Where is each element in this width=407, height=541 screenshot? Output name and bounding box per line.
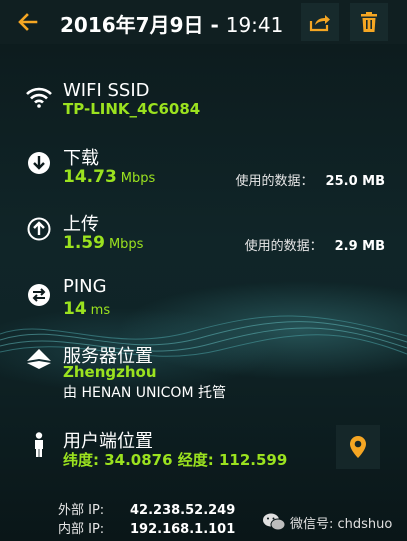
ping-unit: ms <box>90 303 111 318</box>
download-data-used-value: 25.0 MB <box>325 174 385 189</box>
server-city: Zhengzhou <box>63 363 157 381</box>
ping-latency: 14 ms <box>63 299 110 319</box>
ping-value: 14 <box>63 299 87 319</box>
download-speed-unit: Mbps <box>120 171 156 186</box>
upload-speed: 1.59 Mbps <box>63 233 143 253</box>
top-bar: 2016年7月9日 - 19:41 <box>0 0 407 44</box>
download-data-used-label: 使用的数据： <box>235 174 314 189</box>
download-icon <box>26 150 52 176</box>
page-title: 2016年7月9日 - 19:41 <box>60 9 283 38</box>
share-icon <box>309 15 330 32</box>
wechat-icon <box>263 513 286 531</box>
download-speed: 14.73 Mbps <box>63 167 155 187</box>
back-button[interactable] <box>12 6 44 38</box>
external-ip-row: 外部 IP: 42.238.52.249 <box>58 499 235 518</box>
wave-background <box>0 315 407 357</box>
client-coordinates: 纬度: 34.0876 经度: 112.599 <box>63 451 288 469</box>
title-separator: - <box>203 13 226 37</box>
trash-icon <box>361 12 377 32</box>
watermark-text: 微信号: chdshuo <box>290 516 393 532</box>
external-ip-label: 外部 IP: <box>58 503 105 518</box>
upload-data-used: 使用的数据： 2.9 MB <box>245 235 385 254</box>
internal-ip-label: 内部 IP: <box>58 522 105 537</box>
upload-icon <box>26 216 52 242</box>
wifi-label: WIFI SSID <box>63 80 150 101</box>
ping-icon <box>26 282 52 308</box>
upload-data-used-value: 2.9 MB <box>334 239 385 254</box>
upload-speed-value: 1.59 <box>63 233 105 253</box>
download-data-used: 使用的数据： 25.0 MB <box>236 170 385 189</box>
test-time: 19:41 <box>225 13 284 37</box>
wifi-icon <box>26 84 52 110</box>
download-speed-value: 14.73 <box>63 167 117 187</box>
map-pin-icon <box>350 436 366 458</box>
external-ip-value: 42.238.52.249 <box>130 503 236 518</box>
ping-label: PING <box>63 276 107 297</box>
wechat-watermark: 微信号: chdshuo <box>262 512 392 532</box>
test-date: 2016年7月9日 <box>60 13 204 37</box>
upload-data-used-label: 使用的数据： <box>244 239 323 254</box>
server-host: 由 HENAN UNICOM 托管 <box>63 385 226 401</box>
arrow-left-icon <box>18 13 38 31</box>
speedtest-result-screen: 2016年7月9日 - 19:41 WIFI SSID TP-LINK_4C60… <box>0 0 407 541</box>
delete-button[interactable] <box>350 3 388 41</box>
internal-ip-value: 192.168.1.101 <box>130 522 236 537</box>
internal-ip-row: 内部 IP: 192.168.1.101 <box>58 518 235 537</box>
server-location-icon <box>26 346 52 372</box>
person-icon <box>26 432 52 458</box>
share-button[interactable] <box>301 3 339 41</box>
wifi-ssid: TP-LINK_4C6084 <box>63 100 201 118</box>
upload-speed-unit: Mbps <box>108 237 144 252</box>
locate-button[interactable] <box>336 425 380 469</box>
